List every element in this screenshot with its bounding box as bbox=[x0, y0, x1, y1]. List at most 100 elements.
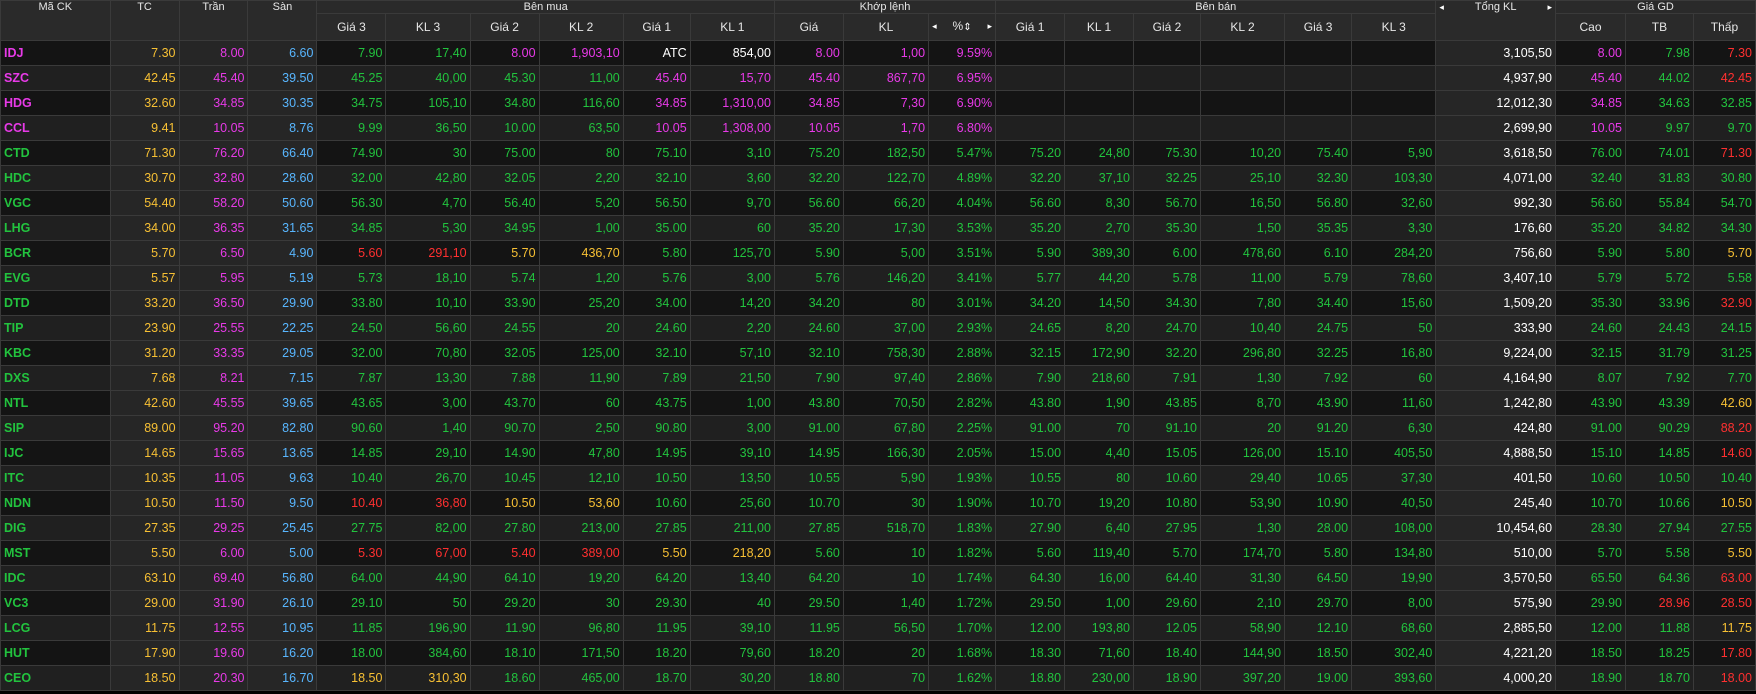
table-row[interactable]: LCG 11.75 12.55 10.95 11.85 196,90 11.90 96,80 1… bbox=[0, 615, 1756, 641]
table-row[interactable]: HDC 30.70 32.80 28.60 32.00 42,80 32.05 2,20 32.… bbox=[0, 165, 1756, 191]
table-row[interactable]: NTL 42.60 45.55 39.65 43.65 3,00 43.70 60 43.75 1… bbox=[0, 390, 1756, 416]
table-row[interactable]: KBC 31.20 33.35 29.05 32.00 70,80 32.05 125,00 3… bbox=[0, 340, 1756, 366]
symbol-cell[interactable]: KBC bbox=[0, 340, 111, 366]
col-match-price[interactable]: Giá bbox=[773, 13, 844, 41]
col-ceiling-header[interactable]: Trần bbox=[178, 0, 249, 41]
col-match-volume[interactable]: KL bbox=[842, 13, 930, 41]
table-row[interactable]: CEO 18.50 20.30 16.70 18.50 310,30 18.60 465,00… bbox=[0, 665, 1756, 691]
sort-icon[interactable]: ⇕ bbox=[963, 22, 971, 33]
symbol-cell[interactable]: BCR bbox=[0, 240, 111, 266]
percent-label[interactable]: % bbox=[953, 19, 964, 33]
col-average[interactable]: TB bbox=[1625, 13, 1694, 41]
col-match-percent[interactable]: ◂ %⇕ ▸ bbox=[928, 13, 997, 41]
symbol-cell[interactable]: VC3 bbox=[0, 590, 111, 616]
symbol-cell[interactable]: DXS bbox=[0, 365, 111, 391]
symbol-cell[interactable]: DTD bbox=[0, 290, 111, 316]
col-ask-price-1[interactable]: Giá 1 bbox=[995, 13, 1066, 41]
table-row[interactable]: VGC 54.40 58.20 50.60 56.30 4,70 56.40 5,20 56.5… bbox=[0, 190, 1756, 216]
table-row[interactable]: IDJ 7.30 8.00 6.60 7.90 17,40 8.00 1,903,10 ATC 8… bbox=[0, 40, 1756, 66]
reference-cell: 27.35 bbox=[109, 515, 180, 541]
col-reference-header[interactable]: TC bbox=[109, 0, 180, 41]
ask-price-1-cell: 10.55 bbox=[995, 465, 1066, 491]
col-ask-price-2[interactable]: Giá 2 bbox=[1133, 13, 1201, 41]
table-row[interactable]: DTD 33.20 36.50 29.90 33.80 10,10 33.90 25,20 34… bbox=[0, 290, 1756, 316]
floor-cell: 26.10 bbox=[247, 590, 318, 616]
col-low[interactable]: Thấp bbox=[1692, 13, 1756, 41]
symbol-cell[interactable]: VGC bbox=[0, 190, 111, 216]
table-row[interactable]: DIG 27.35 29.25 25.45 27.75 82,00 27.80 213,00 2… bbox=[0, 515, 1756, 541]
symbol-cell[interactable]: EVG bbox=[0, 265, 111, 291]
symbol-cell[interactable]: HDC bbox=[0, 165, 111, 191]
high-cell: 12.00 bbox=[1555, 615, 1626, 641]
table-row[interactable]: SZC 42.45 45.40 39.50 45.25 40,00 45.30 11,00 45… bbox=[0, 65, 1756, 91]
change-next-arrow-icon[interactable]: ▸ bbox=[988, 15, 993, 40]
table-row[interactable]: ITC 10.35 11.05 9.63 10.40 26,70 10.45 12,10 10.… bbox=[0, 465, 1756, 491]
symbol-cell[interactable]: SIP bbox=[0, 415, 111, 441]
symbol-cell[interactable]: SZC bbox=[0, 65, 111, 91]
symbol-cell[interactable]: IDC bbox=[0, 565, 111, 591]
table-row[interactable]: IDC 63.10 69.40 56.80 64.00 44,90 64.10 19,20 64… bbox=[0, 565, 1756, 591]
match-volume-cell: 1,40 bbox=[842, 590, 930, 616]
col-bid-price-1[interactable]: Giá 1 bbox=[622, 13, 691, 41]
col-symbol-header[interactable]: Mã CK bbox=[0, 0, 111, 41]
table-row[interactable]: HUT 17.90 19.60 16.20 18.00 384,60 18.10 171,50… bbox=[0, 640, 1756, 666]
table-row[interactable]: VC3 29.00 31.90 26.10 29.10 50 29.20 30 29.30 40 2… bbox=[0, 590, 1756, 616]
col-bid-price-3[interactable]: Giá 3 bbox=[316, 13, 387, 41]
price-group-header: Giá GD bbox=[1555, 0, 1756, 14]
col-ask-price-3[interactable]: Giá 3 bbox=[1284, 13, 1353, 41]
col-high[interactable]: Cao bbox=[1555, 13, 1626, 41]
ask-vol-3-cell bbox=[1351, 40, 1437, 66]
symbol-cell[interactable]: HDG bbox=[0, 90, 111, 116]
table-row[interactable]: SIP 89.00 95.20 82.80 90.60 1,40 90.70 2,50 90.8… bbox=[0, 415, 1756, 441]
bid-price-2-cell: 56.40 bbox=[469, 190, 540, 216]
match-volume-cell: 20 bbox=[842, 640, 930, 666]
symbol-cell[interactable]: CEO bbox=[0, 665, 111, 691]
col-floor-header[interactable]: Sàn bbox=[247, 0, 318, 41]
symbol-cell[interactable]: LCG bbox=[0, 615, 111, 641]
symbol-cell[interactable]: IJC bbox=[0, 440, 111, 466]
col-ask-vol-3[interactable]: KL 3 bbox=[1351, 13, 1437, 41]
bid-vol-2-cell: 96,80 bbox=[538, 615, 624, 641]
table-row[interactable]: BCR 5.70 6.50 4.90 5.60 291,10 5.70 436,70 5.80 1… bbox=[0, 240, 1756, 266]
table-row[interactable]: MST 5.50 6.00 5.00 5.30 67,00 5.40 389,00 5.50 21… bbox=[0, 540, 1756, 566]
symbol-cell[interactable]: TIP bbox=[0, 315, 111, 341]
reference-cell: 10.50 bbox=[109, 490, 180, 516]
table-row[interactable]: LHG 34.00 36.35 31.65 34.85 5,30 34.95 1,00 35.0… bbox=[0, 215, 1756, 241]
floor-cell: 39.50 bbox=[247, 65, 318, 91]
col-ask-vol-2[interactable]: KL 2 bbox=[1199, 13, 1286, 41]
total-volume-label[interactable]: Tổng KL bbox=[1475, 2, 1517, 14]
table-row[interactable]: IJC 14.65 15.65 13.65 14.85 29,10 14.90 47,80 14… bbox=[0, 440, 1756, 466]
table-row[interactable]: CCL 9.41 10.05 8.76 9.99 36,50 10.00 63,50 10.05… bbox=[0, 115, 1756, 141]
col-bid-vol-3[interactable]: KL 3 bbox=[385, 13, 471, 41]
table-row[interactable]: EVG 5.57 5.95 5.19 5.73 18,10 5.74 1,20 5.76 3,00… bbox=[0, 265, 1756, 291]
table-row[interactable]: HDG 32.60 34.85 30.35 34.75 105,10 34.80 116,60… bbox=[0, 90, 1756, 116]
average-cell: 90.29 bbox=[1625, 415, 1694, 441]
table-row[interactable]: TIP 23.90 25.55 22.25 24.50 56,60 24.55 20 24.60… bbox=[0, 315, 1756, 341]
bid-vol-2-cell: 11,00 bbox=[538, 65, 624, 91]
ask-price-3-cell: 5.80 bbox=[1284, 540, 1353, 566]
average-cell: 44.02 bbox=[1625, 65, 1694, 91]
col-bid-vol-2[interactable]: KL 2 bbox=[538, 13, 624, 41]
col-bid-vol-1[interactable]: KL 1 bbox=[689, 13, 775, 41]
col-ask-vol-1[interactable]: KL 1 bbox=[1064, 13, 1134, 41]
symbol-cell[interactable]: ITC bbox=[0, 465, 111, 491]
symbol-cell[interactable]: DIG bbox=[0, 515, 111, 541]
change-prev-arrow-icon[interactable]: ◂ bbox=[932, 15, 937, 40]
symbol-cell[interactable]: NDN bbox=[0, 490, 111, 516]
symbol-cell[interactable]: HUT bbox=[0, 640, 111, 666]
symbol-cell[interactable]: MST bbox=[0, 540, 111, 566]
table-row[interactable]: CTD 71.30 76.20 66.40 74.90 30 75.00 80 75.10 3,1… bbox=[0, 140, 1756, 166]
symbol-cell[interactable]: IDJ bbox=[0, 40, 111, 66]
col-bid-price-2[interactable]: Giá 2 bbox=[469, 13, 540, 41]
total-volume-cell: 4,164,90 bbox=[1435, 365, 1557, 391]
symbol-cell[interactable]: NTL bbox=[0, 390, 111, 416]
ask-vol-1-cell: 44,20 bbox=[1064, 265, 1134, 291]
table-row[interactable]: NDN 10.50 11.50 9.50 10.40 36,80 10.50 53,60 10.… bbox=[0, 490, 1756, 516]
symbol-cell[interactable]: CCL bbox=[0, 115, 111, 141]
total-next-arrow-icon[interactable]: ▸ bbox=[1547, 2, 1552, 14]
symbol-cell[interactable]: CTD bbox=[0, 140, 111, 166]
symbol-cell[interactable]: LHG bbox=[0, 215, 111, 241]
table-row[interactable]: DXS 7.68 8.21 7.15 7.87 13,30 7.88 11,90 7.89 21,… bbox=[0, 365, 1756, 391]
match-percent-cell: 1.70% bbox=[928, 615, 997, 641]
total-prev-arrow-icon[interactable]: ◂ bbox=[1439, 2, 1444, 14]
